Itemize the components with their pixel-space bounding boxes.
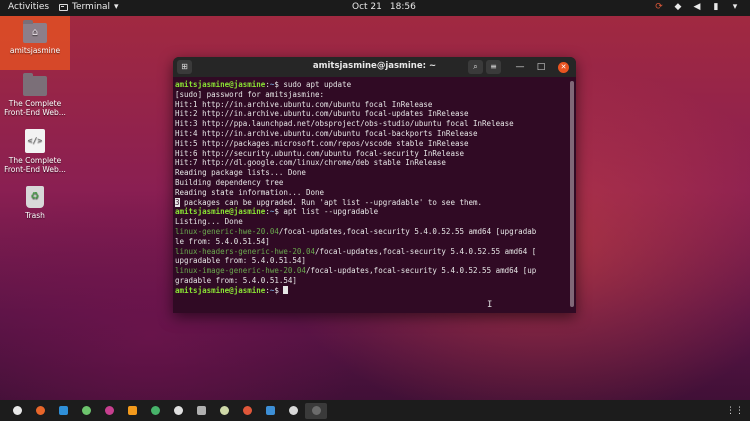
prompt-line: amitsjasmine@jasmine:~$ sudo apt update <box>175 80 352 89</box>
output-line: Hit:2 http://in.archive.ubuntu.com/ubunt… <box>175 109 469 119</box>
package-name: linux-image-generic-hwe-20.04 <box>175 266 306 276</box>
package-detail: /focal-updates,focal-security 5.4.0.52.5… <box>305 266 537 276</box>
desktop-item-home[interactable]: ⌂ amitsjasmine <box>0 16 70 70</box>
clock[interactable]: Oct 21 18:56 <box>352 2 416 12</box>
upgrade-summary-line: 3 packages can be upgraded. Run 'apt lis… <box>175 197 483 207</box>
dock-item[interactable] <box>190 403 212 419</box>
terminal-output[interactable]: amitsjasmine@jasmine:~$ sudo apt update … <box>173 77 568 313</box>
files-icon <box>219 406 229 415</box>
dock-item[interactable] <box>29 403 51 419</box>
folder-icon <box>23 73 47 96</box>
package-line-wrap: le from: 5.4.0.51.54] <box>175 236 270 246</box>
chevron-down-icon: ▾ <box>114 2 119 12</box>
text-editor-icon <box>173 406 183 415</box>
vlc-icon <box>127 406 137 415</box>
software-center-icon <box>242 406 252 415</box>
package-line-wrap: upgradable from: 5.4.0.51.54] <box>175 256 306 266</box>
help-icon <box>265 406 275 415</box>
output-line: Building dependency tree <box>175 177 284 187</box>
desktop-item-label: The Complete Front-End Web... <box>4 156 66 174</box>
command-text: sudo apt update <box>283 80 352 89</box>
ibeam-cursor-icon: I <box>487 300 493 310</box>
update-icon[interactable]: ⟳ <box>654 2 664 12</box>
desktop-item-html-file[interactable]: </> The Complete Front-End Web... <box>0 129 70 174</box>
output-line: Reading state information... Done <box>175 187 325 197</box>
output-line: Hit:6 http://security.ubuntu.com/ubuntu … <box>175 148 464 158</box>
close-icon[interactable]: ✕ <box>558 62 569 73</box>
output-line: Hit:1 http://in.archive.ubuntu.com/ubunt… <box>175 99 433 109</box>
package-name: linux-headers-generic-hwe-20.04 <box>175 246 315 256</box>
system-menu-caret-icon[interactable]: ▾ <box>730 2 740 12</box>
terminal-icon <box>311 406 321 415</box>
text-cursor <box>283 285 289 294</box>
terminal-app-icon <box>59 3 68 11</box>
dock-item[interactable] <box>305 402 327 419</box>
desktop-item-trash[interactable]: ♻ Trash <box>0 186 70 220</box>
html-file-icon: </> <box>25 129 45 153</box>
output-line: Hit:3 http://ppa.launchpad.net/obsprojec… <box>175 119 514 129</box>
screen-recorder-icon <box>81 406 91 415</box>
minimize-icon[interactable]: — <box>513 60 527 74</box>
scrollbar-thumb[interactable] <box>570 81 574 307</box>
dock-item[interactable] <box>98 403 120 419</box>
package-line: linux-generic-hwe-20.04/focal-updates,fo… <box>175 227 568 237</box>
dock-item[interactable] <box>121 403 143 419</box>
terminal-titlebar[interactable]: ⊞ amitsjasmine@jasmine: ~ ⌕ ≡ — □ ✕ <box>173 57 576 77</box>
scrollbar[interactable] <box>570 81 574 307</box>
dock-item[interactable] <box>259 403 281 419</box>
output-line: Hit:4 http://in.archive.ubuntu.com/ubunt… <box>175 128 478 138</box>
desktop-item-label: Trash <box>25 211 45 220</box>
output-line: Hit:5 http://packages.microsoft.com/repo… <box>175 138 469 148</box>
package-line: linux-headers-generic-hwe-20.04/focal-up… <box>175 247 568 257</box>
settings-icon <box>150 406 160 415</box>
dock-item[interactable] <box>167 403 189 419</box>
dock-item[interactable] <box>236 403 258 419</box>
desktop-item-label: amitsjasmine <box>9 46 61 55</box>
volume-icon[interactable]: ◀ <box>692 2 702 12</box>
output-line: [sudo] password for amitsjasmine: <box>175 89 325 99</box>
clock-icon <box>288 406 298 415</box>
prompt-line: amitsjasmine@jasmine:~$ <box>175 285 568 296</box>
clock-date: Oct 21 <box>352 2 382 12</box>
dock: ⋮⋮ <box>0 400 750 421</box>
clock-time: 18:56 <box>389 2 416 12</box>
dock-item[interactable] <box>52 403 74 419</box>
home-folder-icon: ⌂ <box>23 20 47 43</box>
package-name: linux-generic-hwe-20.04 <box>175 226 279 236</box>
output-line: Reading package lists... Done <box>175 168 306 178</box>
chrome-icon <box>12 406 22 415</box>
dock-item[interactable] <box>282 403 304 419</box>
package-detail: /focal-updates,focal-security 5.4.0.52.5… <box>314 246 537 256</box>
trash-icon: ♻ <box>26 186 44 208</box>
output-line: Hit:7 http://dl.google.com/linux/chrome/… <box>175 158 446 168</box>
dock-item[interactable] <box>6 403 28 419</box>
package-detail: /focal-updates,focal-security 5.4.0.52.5… <box>278 226 537 236</box>
terminal-window[interactable]: ⊞ amitsjasmine@jasmine: ~ ⌕ ≡ — □ ✕ amit… <box>173 57 576 313</box>
desktop-item-folder[interactable]: The Complete Front-End Web... <box>0 73 70 117</box>
hamburger-menu-icon[interactable]: ≡ <box>486 60 501 74</box>
calculator-icon <box>196 406 206 415</box>
package-line: linux-image-generic-hwe-20.04/focal-upda… <box>175 266 568 276</box>
battery-icon[interactable]: ▮ <box>711 2 721 12</box>
system-tray[interactable]: ⟳ ◆ ◀ ▮ ▾ <box>654 2 740 12</box>
prompt-line: amitsjasmine@jasmine:~$ apt list --upgra… <box>175 207 379 217</box>
vscode-icon <box>58 406 68 415</box>
top-bar: Activities Terminal ▾ Oct 21 18:56 ⟳ ◆ ◀ ▮ ▾ <box>0 0 750 16</box>
app-menu-label: Terminal <box>72 2 111 12</box>
activities-button[interactable]: Activities <box>8 2 49 12</box>
package-line-wrap: gradable from: 5.4.0.51.54] <box>175 275 297 285</box>
search-icon[interactable]: ⌕ <box>468 60 483 74</box>
desktop-item-label: The Complete Front-End Web... <box>4 99 66 117</box>
wifi-icon[interactable]: ◆ <box>673 2 683 12</box>
command-text: apt list --upgradable <box>283 207 379 217</box>
dock-item[interactable] <box>144 403 166 419</box>
maximize-icon[interactable]: □ <box>534 60 548 74</box>
show-applications-icon[interactable]: ⋮⋮ <box>726 406 744 416</box>
app-menu[interactable]: Terminal ▾ <box>59 2 119 12</box>
firefox-icon <box>35 406 45 415</box>
color-picker-icon <box>104 406 114 415</box>
output-line: Listing... Done <box>175 217 243 227</box>
dock-item[interactable] <box>213 403 235 419</box>
dock-item[interactable] <box>75 403 97 419</box>
